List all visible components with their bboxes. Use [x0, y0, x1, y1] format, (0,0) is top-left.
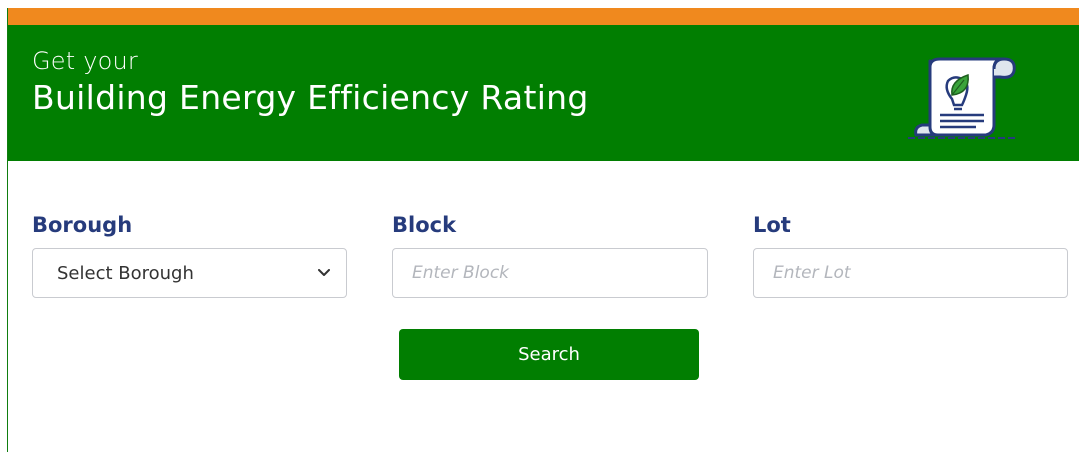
block-input-wrapper	[392, 248, 708, 298]
block-input[interactable]	[393, 249, 707, 297]
chevron-down-icon	[318, 269, 330, 276]
borough-label: Borough	[32, 213, 133, 237]
borough-select[interactable]: Select Borough	[32, 248, 347, 298]
hero-subtitle: Get your	[32, 47, 138, 75]
rating-panel: Get your Building Energy Efficiency Rati…	[7, 8, 1079, 452]
lot-input-wrapper	[753, 248, 1068, 298]
lot-input[interactable]	[754, 249, 1067, 297]
accent-bar	[8, 8, 1079, 25]
hero-banner: Get your Building Energy Efficiency Rati…	[8, 25, 1079, 161]
lot-label: Lot	[753, 213, 791, 237]
borough-select-value: Select Borough	[57, 262, 194, 284]
hero-title: Building Energy Efficiency Rating	[32, 78, 589, 117]
page: Get your Building Energy Efficiency Rati…	[0, 0, 1079, 452]
search-button[interactable]: Search	[399, 329, 699, 380]
block-label: Block	[392, 213, 457, 237]
certificate-scroll-leaf-icon	[908, 57, 1018, 139]
